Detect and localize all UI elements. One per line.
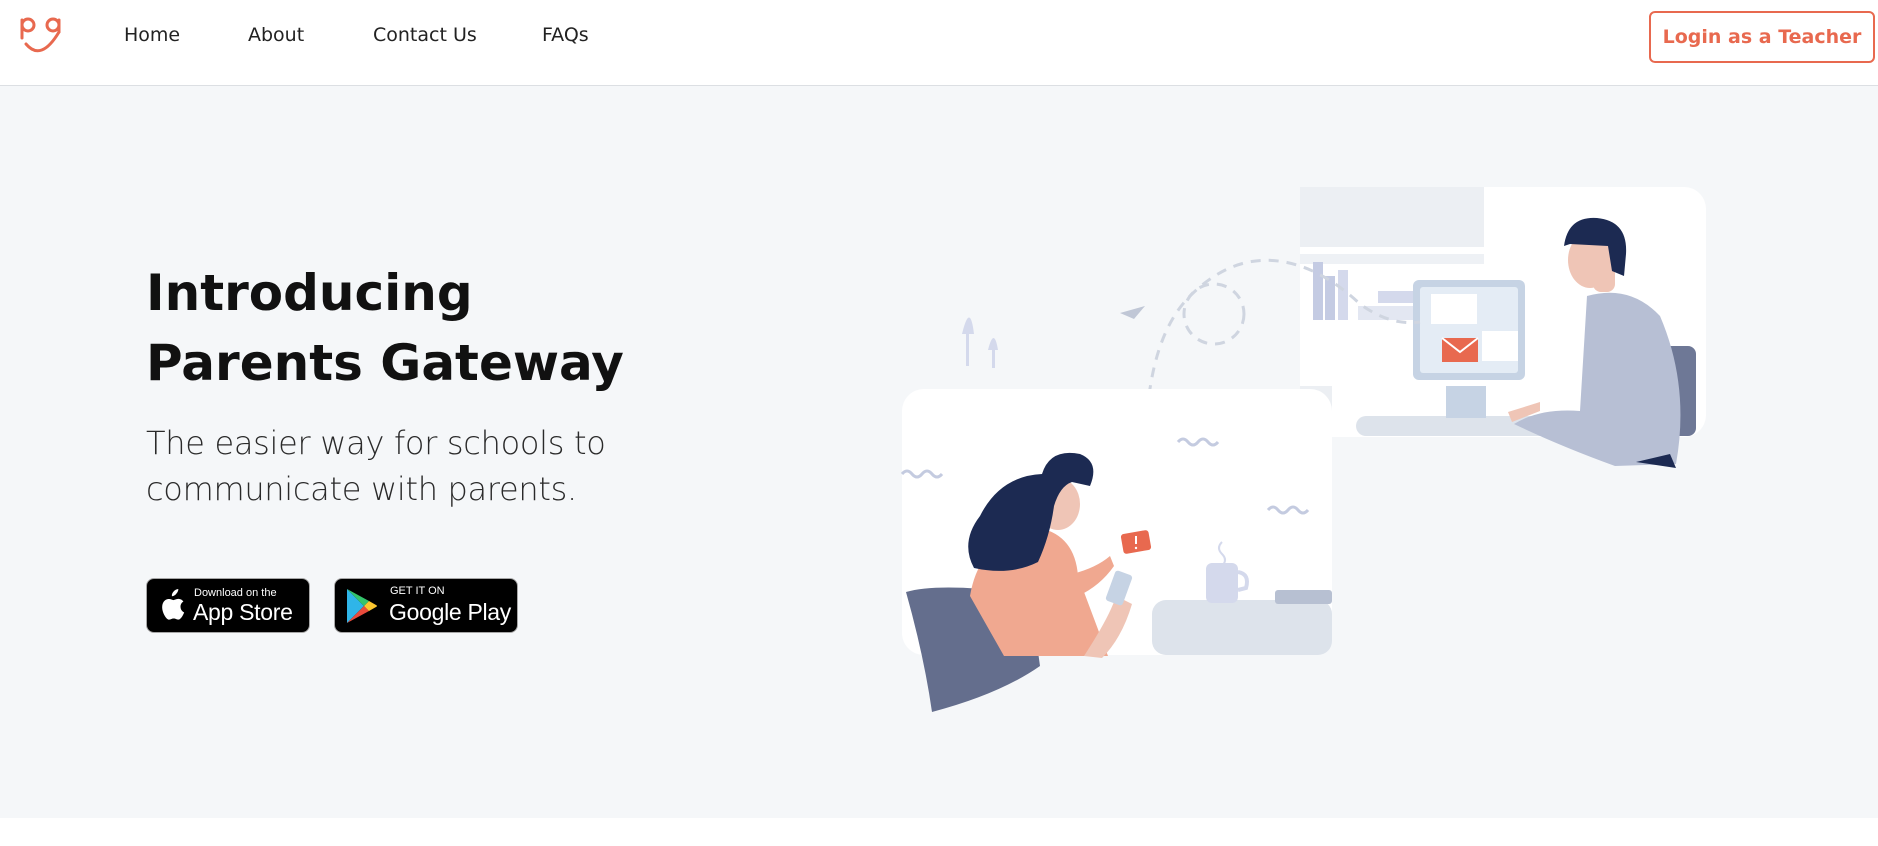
app-store-big-text: App Store (193, 599, 293, 625)
hero-subtitle: The easier way for schools to communicat… (146, 420, 666, 512)
hero-title-line2: Parents Gateway (146, 334, 624, 392)
app-store-badge[interactable]: Download on the App Store (146, 578, 310, 633)
pg-logo-icon[interactable] (18, 14, 66, 58)
app-store-small-text: Download on the (194, 587, 277, 599)
hero-subtitle-line1: The easier way for schools to (146, 424, 606, 462)
login-teacher-button[interactable]: Login as a Teacher (1649, 11, 1875, 63)
nav-about-link[interactable]: About (248, 24, 304, 46)
apple-icon (162, 589, 185, 620)
hero-illustration (900, 187, 1706, 712)
hero-title: Introducing Parents Gateway (146, 258, 666, 398)
nav-home-link[interactable]: Home (124, 24, 180, 46)
nav-faqs-link[interactable]: FAQs (542, 24, 589, 46)
nav-contact-link[interactable]: Contact Us (373, 24, 477, 46)
google-play-small-text: GET IT ON (390, 585, 445, 597)
google-play-big-text: Google Play (389, 599, 511, 625)
google-play-icon (347, 589, 377, 623)
envelope-icon (1441, 337, 1479, 362)
hero-title-line1: Introducing (146, 264, 473, 322)
hero-subtitle-line2: communicate with parents. (146, 470, 577, 508)
site-header: Home About Contact Us FAQs Login as a Te… (0, 0, 1878, 86)
google-play-badge[interactable]: GET IT ON Google Play (334, 578, 518, 633)
page-below-hero (0, 818, 1878, 846)
hero-section: Introducing Parents Gateway The easier w… (0, 86, 1878, 818)
